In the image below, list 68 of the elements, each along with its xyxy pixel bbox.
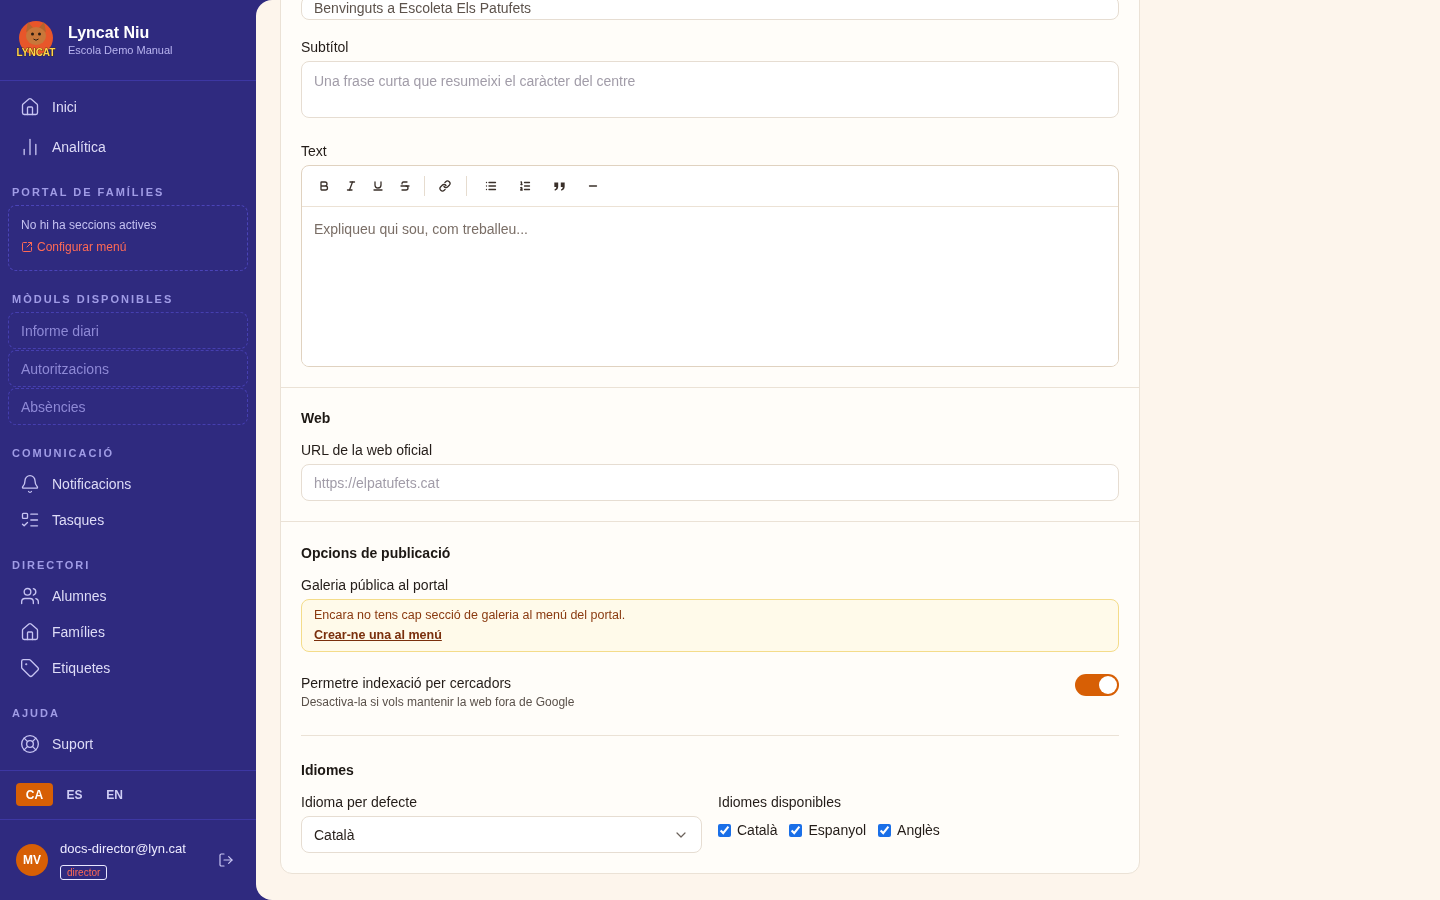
- checkbox-label: Català: [737, 821, 778, 840]
- external-link-icon: [21, 241, 33, 253]
- language-button[interactable]: ES: [56, 783, 93, 806]
- nav-item[interactable]: Notificacions: [8, 466, 248, 502]
- nav-item[interactable]: Tasques: [8, 502, 248, 538]
- bullet-list-icon: [485, 180, 497, 192]
- language-button[interactable]: CA: [16, 783, 53, 806]
- toggle-label: Permetre indexació per cercadors: [301, 674, 512, 693]
- underline-icon: [371, 180, 384, 192]
- notice-text: Encara no tens cap secció de galeria al menú del portal.: [314, 607, 626, 624]
- language-select[interactable]: Català: [301, 816, 702, 853]
- app-title: Lyncat Niu: [68, 23, 150, 43]
- role-badge: director: [60, 865, 108, 880]
- checkbox-label: Espanyol: [808, 821, 867, 840]
- url-input[interactable]: https://elpatufets.cat: [301, 464, 1119, 501]
- section-heading: Web: [301, 409, 331, 428]
- field-label: Galeria pública al portal: [301, 576, 449, 595]
- module-item[interactable]: Absències: [8, 388, 248, 425]
- field-label: Subtítol: [301, 38, 349, 57]
- lifebuoy-icon: [20, 734, 40, 754]
- subtitle-input[interactable]: Una frase curta que resumeixi el caràcter del centre: [301, 61, 1119, 118]
- italic-icon: [344, 180, 357, 192]
- section-title: AJUDA: [12, 706, 60, 721]
- tag-icon: [20, 658, 40, 678]
- section-title: MÒDULS DISPONIBLES: [12, 292, 174, 307]
- home-icon: [20, 622, 40, 642]
- toggle-switch[interactable]: [1075, 674, 1119, 696]
- checkbox[interactable]: [718, 823, 731, 837]
- users-icon: [20, 586, 40, 606]
- field-label: Text: [301, 142, 327, 161]
- field-label: Idioma per defecte: [301, 793, 417, 812]
- strikethrough-icon: [398, 180, 411, 192]
- nav-item[interactable]: Analítica: [8, 127, 248, 167]
- checkbox[interactable]: [878, 823, 892, 837]
- module-item[interactable]: Autoritzacions: [8, 350, 248, 387]
- logout-icon: [218, 852, 234, 868]
- nav-item[interactable]: Suport: [8, 726, 248, 762]
- field-label: URL de la web oficial: [301, 441, 432, 460]
- link-icon: [438, 180, 451, 192]
- nav-item[interactable]: Famílies: [8, 614, 248, 650]
- title-input[interactable]: Benvinguts a Escoleta Els Patufets: [301, 0, 1119, 20]
- module-item[interactable]: Informe diari: [8, 312, 248, 349]
- checkbox-label: Anglès: [897, 821, 940, 840]
- notice-text: No hi ha seccions actives: [21, 217, 157, 234]
- section-heading: Idiomes: [301, 761, 354, 780]
- toggle-hint: Desactiva-la si vols mantenir la web fora de Google: [301, 694, 575, 711]
- text-editor[interactable]: Expliqueu qui sou, com treballeu...: [301, 165, 1119, 367]
- section-title: COMUNICACIÓ: [12, 446, 115, 461]
- create-menu-link[interactable]: Crear-ne una al menú: [314, 625, 442, 645]
- checkbox[interactable]: [789, 823, 803, 837]
- user-avatar: MV: [16, 844, 48, 876]
- bold-icon: [317, 180, 330, 192]
- numbered-list-icon: [519, 180, 531, 192]
- language-button[interactable]: EN: [96, 783, 133, 806]
- bell-icon: [20, 474, 40, 494]
- section-title: DIRECTORI: [12, 558, 91, 573]
- school-name: Escola Demo Manual: [68, 43, 173, 57]
- home-icon: [20, 97, 40, 117]
- field-label: Idiomes disponibles: [718, 793, 841, 812]
- section-title: PORTAL DE FAMÍLIES: [12, 185, 165, 200]
- user-email: docs-director@lyn.cat: [60, 840, 186, 858]
- logout-button[interactable]: [218, 852, 234, 868]
- configure-menu-link[interactable]: Configurar menú: [21, 238, 127, 256]
- nav-item[interactable]: Alumnes: [8, 578, 248, 614]
- section-heading: Opcions de publicació: [301, 544, 451, 563]
- nav-item[interactable]: Inici: [8, 87, 248, 127]
- quote-icon: [553, 181, 565, 191]
- nav-item[interactable]: Etiquetes: [8, 650, 248, 686]
